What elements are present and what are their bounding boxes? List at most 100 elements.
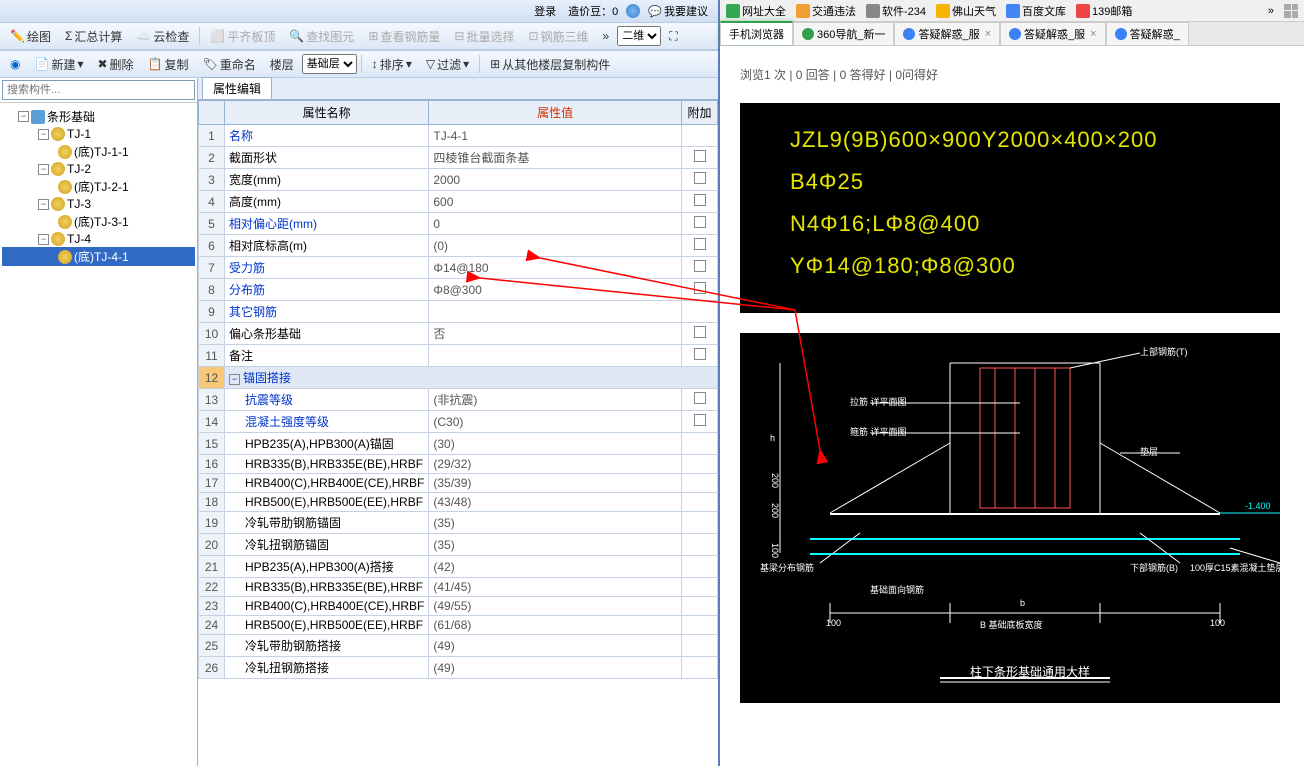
copy-button[interactable]: 📋 复制 [142,54,195,75]
tab-props[interactable]: 属性编辑 [202,77,272,99]
batch-button[interactable]: ⊟ 批量选择 [448,26,520,47]
close-icon[interactable]: × [985,28,991,40]
prop-row[interactable]: 5相对偏心距(mm)0 [199,213,718,235]
bookmark-item[interactable]: 佛山天气 [936,3,996,19]
prop-row[interactable]: 24HRB500(E),HRB500E(EE),HRBF(61/68) [199,616,718,635]
login-link[interactable]: 登录 [530,3,560,19]
prop-row[interactable]: 7受力筋Φ14@180 [199,257,718,279]
new-button[interactable]: 📄 新建 ▾ [28,54,89,75]
cad-section-drawing: 上部钢筋(T) 拉筋 详平面图 箍筋 详平面图 垫层 -1.400 基梁分布钢筋… [740,333,1280,703]
sum-button[interactable]: Σ 汇总计算 [59,26,128,47]
browser-tab[interactable]: 360导航_新一 [793,22,894,45]
sort-button[interactable]: ↕ 排序 ▾ [366,54,418,75]
tab-icon [1115,28,1127,40]
component-icon [51,197,65,211]
bookmark-item[interactable]: 139邮箱 [1076,3,1132,19]
checkbox[interactable] [694,238,706,250]
checkbox[interactable] [694,260,706,272]
prop-row[interactable]: 21HPB235(A),HPB300(A)搭接(42) [199,556,718,578]
prop-row[interactable]: 19冷轧带肋钢筋锚固(35) [199,512,718,534]
prop-row[interactable]: 25冷轧带肋钢筋搭接(49) [199,635,718,657]
bookmark-item[interactable]: 软件-234 [866,3,926,19]
prop-row[interactable]: 26冷轧扭钢筋搭接(49) [199,657,718,679]
bookmark-item[interactable]: 网址大全 [726,3,786,19]
layer-select[interactable]: 基础层 [302,54,357,74]
price-beans: 造价豆：0 [564,3,622,19]
prop-row[interactable]: 16HRB335(B),HRB335E(BE),HRBF(29/32) [199,455,718,474]
page-content: 浏览1 次 | 0 回答 | 0 答得好 | 0问得好 JZL9(9B)600×… [720,46,1304,766]
flat-button[interactable]: ⬜ 平齐板顶 [204,26,281,47]
prop-row[interactable]: 10偏心条形基础否 [199,323,718,345]
tree-panel: −条形基础 −TJ-1(底)TJ-1-1−TJ-2(底)TJ-2-1−TJ-3(… [0,78,198,766]
fullscreen-button[interactable]: ⛶ [663,27,683,46]
search-input[interactable] [2,80,195,100]
prop-row[interactable]: 17HRB400(C),HRB400E(CE),HRBF(35/39) [199,474,718,493]
checkbox[interactable] [694,172,706,184]
prop-row[interactable]: 6相对底标高(m)(0) [199,235,718,257]
component-icon [51,162,65,176]
tree-root[interactable]: −条形基础 [2,107,195,126]
prop-row[interactable]: 9其它钢筋 [199,301,718,323]
prop-row[interactable]: 3宽度(mm)2000 [199,169,718,191]
bell-icon[interactable] [626,4,640,18]
prop-row[interactable]: 22HRB335(B),HRB335E(BE),HRBF(41/45) [199,578,718,597]
bookmark-item[interactable]: 百度文库 [1006,3,1066,19]
prop-row[interactable]: 2截面形状四棱锥台截面条基 [199,147,718,169]
property-grid[interactable]: 属性名称 属性值 附加 1名称TJ-4-12截面形状四棱锥台截面条基3宽度(mm… [198,100,718,766]
draw-button[interactable]: ✏️ 绘图 [4,26,57,47]
expand-button[interactable]: » [597,27,616,45]
component-icon [58,145,72,159]
rebar-qty-button[interactable]: ⊞ 查看钢筋量 [362,26,446,47]
tree-leaf[interactable]: (底)TJ-1-1 [2,142,195,161]
prop-row[interactable]: 4高度(mm)600 [199,191,718,213]
filter-button[interactable]: ▽ 过滤 ▾ [420,54,475,75]
col-name: 属性名称 [225,101,429,125]
find-button[interactable]: 🔍 查找图元 [283,26,360,47]
delete-button[interactable]: ✖ 删除 [91,54,139,75]
tab-icon [903,28,915,40]
more-bookmarks[interactable]: » [1268,5,1274,17]
checkbox[interactable] [694,326,706,338]
view-select[interactable]: 二维 [617,26,661,46]
checkbox[interactable] [694,194,706,206]
tree-leaf[interactable]: (底)TJ-4-1 [2,247,195,266]
tree-leaf[interactable]: (底)TJ-3-1 [2,212,195,231]
browser-tab[interactable]: 手机浏览器 [720,21,793,45]
prop-row[interactable]: 18HRB500(E),HRB500E(EE),HRBF(43/48) [199,493,718,512]
prop-row[interactable]: 23HRB400(C),HRB400E(CE),HRBF(49/55) [199,597,718,616]
checkbox[interactable] [694,348,706,360]
copy-from-button[interactable]: ⊞ 从其他楼层复制构件 [484,54,616,75]
bookmark-item[interactable]: 交通违法 [796,3,856,19]
prop-row[interactable]: 11备注 [199,345,718,367]
checkbox[interactable] [694,392,706,404]
grid-icon[interactable] [1284,4,1298,18]
close-icon[interactable]: × [1090,28,1096,40]
tree-item[interactable]: −TJ-3 [2,196,195,212]
rebar3d-button[interactable]: ⊡ 钢筋三维 [522,26,594,47]
cloud-check-button[interactable]: ☁️ 云检查 [130,26,195,47]
tree-item[interactable]: −TJ-4 [2,231,195,247]
tree-item[interactable]: −TJ-2 [2,161,195,177]
prop-row[interactable]: 8分布筋Φ8@300 [199,279,718,301]
tree-item[interactable]: −TJ-1 [2,126,195,142]
checkbox[interactable] [694,282,706,294]
property-panel: 属性编辑 属性名称 属性值 附加 1名称TJ-4-12截面形状四棱锥台截面条基3… [198,78,718,766]
prop-row[interactable]: 14混凝土强度等级(C30) [199,411,718,433]
browser-tab[interactable]: 答疑解惑_ [1106,22,1189,45]
checkbox[interactable] [694,216,706,228]
prop-row[interactable]: 1名称TJ-4-1 [199,125,718,147]
component-tree[interactable]: −条形基础 −TJ-1(底)TJ-1-1−TJ-2(底)TJ-2-1−TJ-3(… [0,103,197,766]
prop-row[interactable]: 15HPB235(A),HPB300(A)锚固(30) [199,433,718,455]
tree-leaf[interactable]: (底)TJ-2-1 [2,177,195,196]
feedback-link[interactable]: 💬我要建议 [644,3,712,19]
checkbox[interactable] [694,414,706,426]
checkbox[interactable] [694,150,706,162]
rename-button[interactable]: 🏷 重命名 [197,54,262,75]
tab-icon [802,28,814,40]
browser-tab[interactable]: 答疑解惑_服× [1000,22,1106,45]
target-button[interactable]: ◉ [4,55,26,73]
toolbar-edit: ◉ 📄 新建 ▾ ✖ 删除 📋 复制 🏷 重命名 楼层 基础层 ↕ 排序 ▾ ▽… [0,50,718,78]
prop-row[interactable]: 20冷轧扭钢筋锚固(35) [199,534,718,556]
browser-tab[interactable]: 答疑解惑_服× [894,22,1000,45]
prop-row[interactable]: 13抗震等级(非抗震) [199,389,718,411]
